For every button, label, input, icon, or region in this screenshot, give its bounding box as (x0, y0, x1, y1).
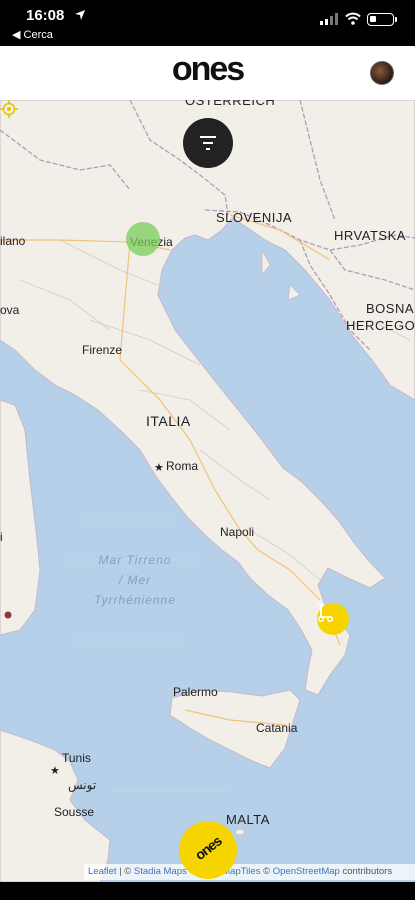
label-firenze: Firenze (82, 343, 123, 357)
label-tunis: Tunis (62, 751, 91, 765)
land-sardinia (0, 399, 41, 636)
label-tyrrhenian-sea: Mar Tirreno / Mer Tyrrhénienne (70, 550, 200, 610)
filter-icon (200, 136, 216, 138)
label-tunis-arabic: تونس (68, 778, 97, 792)
ones-fab-label: ones (191, 832, 225, 864)
ones-scan-button[interactable]: ones (179, 821, 237, 879)
location-arrow-icon (75, 10, 85, 20)
sea-line-1: Mar Tirreno (98, 553, 172, 567)
profile-avatar[interactable] (370, 61, 394, 85)
ones-logo: ones (171, 50, 245, 88)
map-attribution: Leaflet | © Stadia Maps © OpenMapTiles ©… (84, 864, 415, 880)
label-sousse: Sousse (54, 805, 95, 819)
attribution-sep-3: © (260, 866, 273, 877)
roma-star: ★ (154, 461, 164, 474)
scooter-marker[interactable] (317, 603, 349, 635)
home-bar (0, 882, 415, 900)
status-bar: 16:08 ◀ Cerca (0, 0, 415, 46)
attribution-contributors: contributors (342, 866, 393, 877)
label-malta: MALTA (226, 812, 270, 827)
land-malta (234, 828, 246, 836)
cagliari-marker (4, 611, 12, 619)
filter-icon-line-2 (203, 142, 213, 144)
stadia-link[interactable]: Stadia Maps (134, 866, 187, 877)
filter-button[interactable] (183, 118, 233, 168)
label-italia: ITALIA (146, 413, 191, 429)
sea-line-2: / Mer (118, 573, 152, 587)
cluster-marker[interactable] (126, 222, 160, 256)
label-partial-city: i (0, 530, 3, 544)
label-catania: Catania (256, 721, 298, 735)
status-time: 16:08 (26, 7, 65, 24)
scooter-icon (317, 604, 333, 623)
app-header: ones (0, 46, 415, 100)
osm-link[interactable]: OpenStreetMap (273, 866, 340, 877)
sea-line-3: Tyrrhénienne (94, 593, 176, 607)
label-bosna: BOSNA (366, 301, 415, 316)
signal-icon (320, 13, 338, 25)
leaflet-link[interactable]: Leaflet (88, 866, 117, 877)
land-mainland (0, 100, 415, 696)
label-hercegov: HERCEGOV (346, 318, 415, 333)
label-hrvatska: HRVATSKA (334, 228, 406, 243)
label-napoli: Napoli (220, 525, 255, 539)
attribution-sep-1: | © (116, 866, 134, 877)
label-genova: ova (0, 303, 20, 317)
battery-tip (395, 17, 397, 22)
map-view[interactable]: ★ ★ ÖSTERREICH SLOVENIJA HRVATSKA BOSNA … (0, 100, 415, 882)
label-slovenija: SLOVENIJA (216, 210, 293, 225)
filter-icon-line-3 (206, 148, 210, 150)
back-to-search-link[interactable]: ◀ Cerca (12, 28, 53, 41)
label-palermo: Palermo (173, 685, 218, 699)
label-milano: ilano (0, 234, 26, 248)
locate-icon[interactable] (0, 100, 18, 118)
tunis-star: ★ (50, 764, 60, 777)
wifi-icon (345, 12, 361, 25)
label-roma: Roma (166, 459, 199, 473)
label-osterreich: ÖSTERREICH (185, 100, 276, 108)
battery-icon (367, 13, 394, 26)
